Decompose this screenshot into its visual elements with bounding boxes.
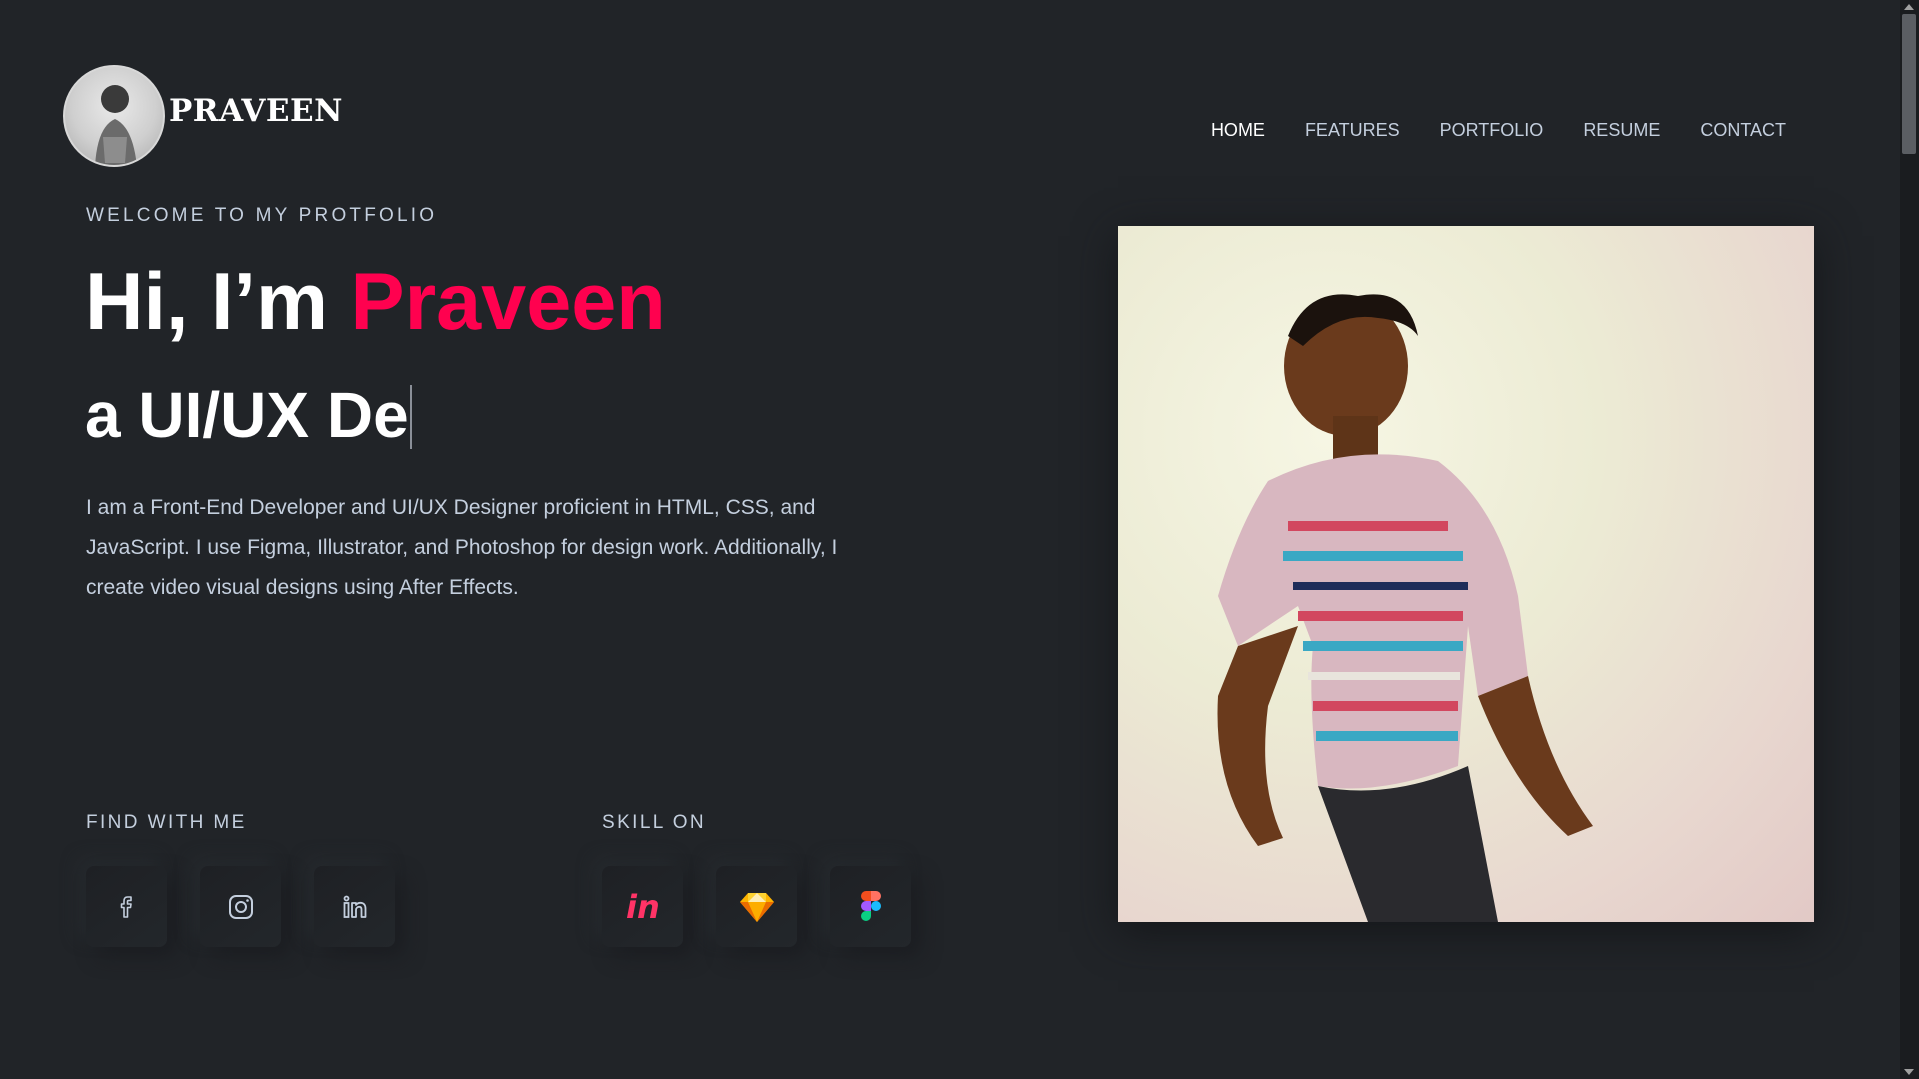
avatar[interactable] [63, 65, 165, 167]
figma-icon [860, 890, 881, 921]
sketch-button[interactable] [716, 866, 797, 947]
invision-button[interactable]: in [602, 866, 683, 947]
welcome-subtitle: WELCOME TO MY PROTFOLIO [86, 205, 438, 226]
skill-icons: in [602, 866, 911, 947]
linkedin-icon [343, 895, 366, 918]
sketch-icon [739, 892, 774, 922]
brand-name[interactable]: PRAVEEN [169, 93, 343, 129]
typing-text: a UI/UX De [85, 379, 409, 451]
vertical-scrollbar[interactable] [1900, 0, 1919, 1079]
instagram-icon [228, 894, 253, 919]
nav-home[interactable]: HOME [1211, 120, 1265, 141]
scroll-up-arrow-icon[interactable] [1904, 4, 1914, 10]
facebook-button[interactable] [86, 866, 167, 947]
nav-features[interactable]: FEATURES [1305, 120, 1400, 141]
typing-cursor [409, 385, 412, 449]
scroll-thumb[interactable] [1902, 14, 1916, 154]
skills-title: SKILL ON [602, 812, 707, 833]
facebook-icon [120, 895, 132, 918]
scroll-down-arrow-icon[interactable] [1904, 1069, 1914, 1075]
main-nav: HOME FEATURES PORTFOLIO RESUME CONTACT [1211, 120, 1786, 141]
invision-icon: in [626, 888, 660, 926]
instagram-button[interactable] [200, 866, 281, 947]
portfolio-page: PRAVEEN HOME FEATURES PORTFOLIO RESUME C… [0, 0, 1900, 1079]
social-title: FIND WITH ME [86, 812, 247, 833]
linkedin-button[interactable] [314, 866, 395, 947]
nav-resume[interactable]: RESUME [1583, 120, 1660, 141]
hero-name: Praveen [350, 257, 666, 347]
typing-headline: a UI/UX De [85, 380, 412, 450]
hero-greeting: Hi, I’m [85, 257, 351, 347]
social-links [86, 866, 395, 947]
hero-description: I am a Front-End Developer and UI/UX Des… [86, 496, 838, 599]
profile-photo [1118, 226, 1814, 922]
svg-text:in: in [626, 888, 660, 926]
hero-heading: Hi, I’m Praveen [85, 257, 666, 347]
nav-contact[interactable]: CONTACT [1700, 120, 1786, 141]
nav-portfolio[interactable]: PORTFOLIO [1440, 120, 1544, 141]
figma-button[interactable] [830, 866, 911, 947]
